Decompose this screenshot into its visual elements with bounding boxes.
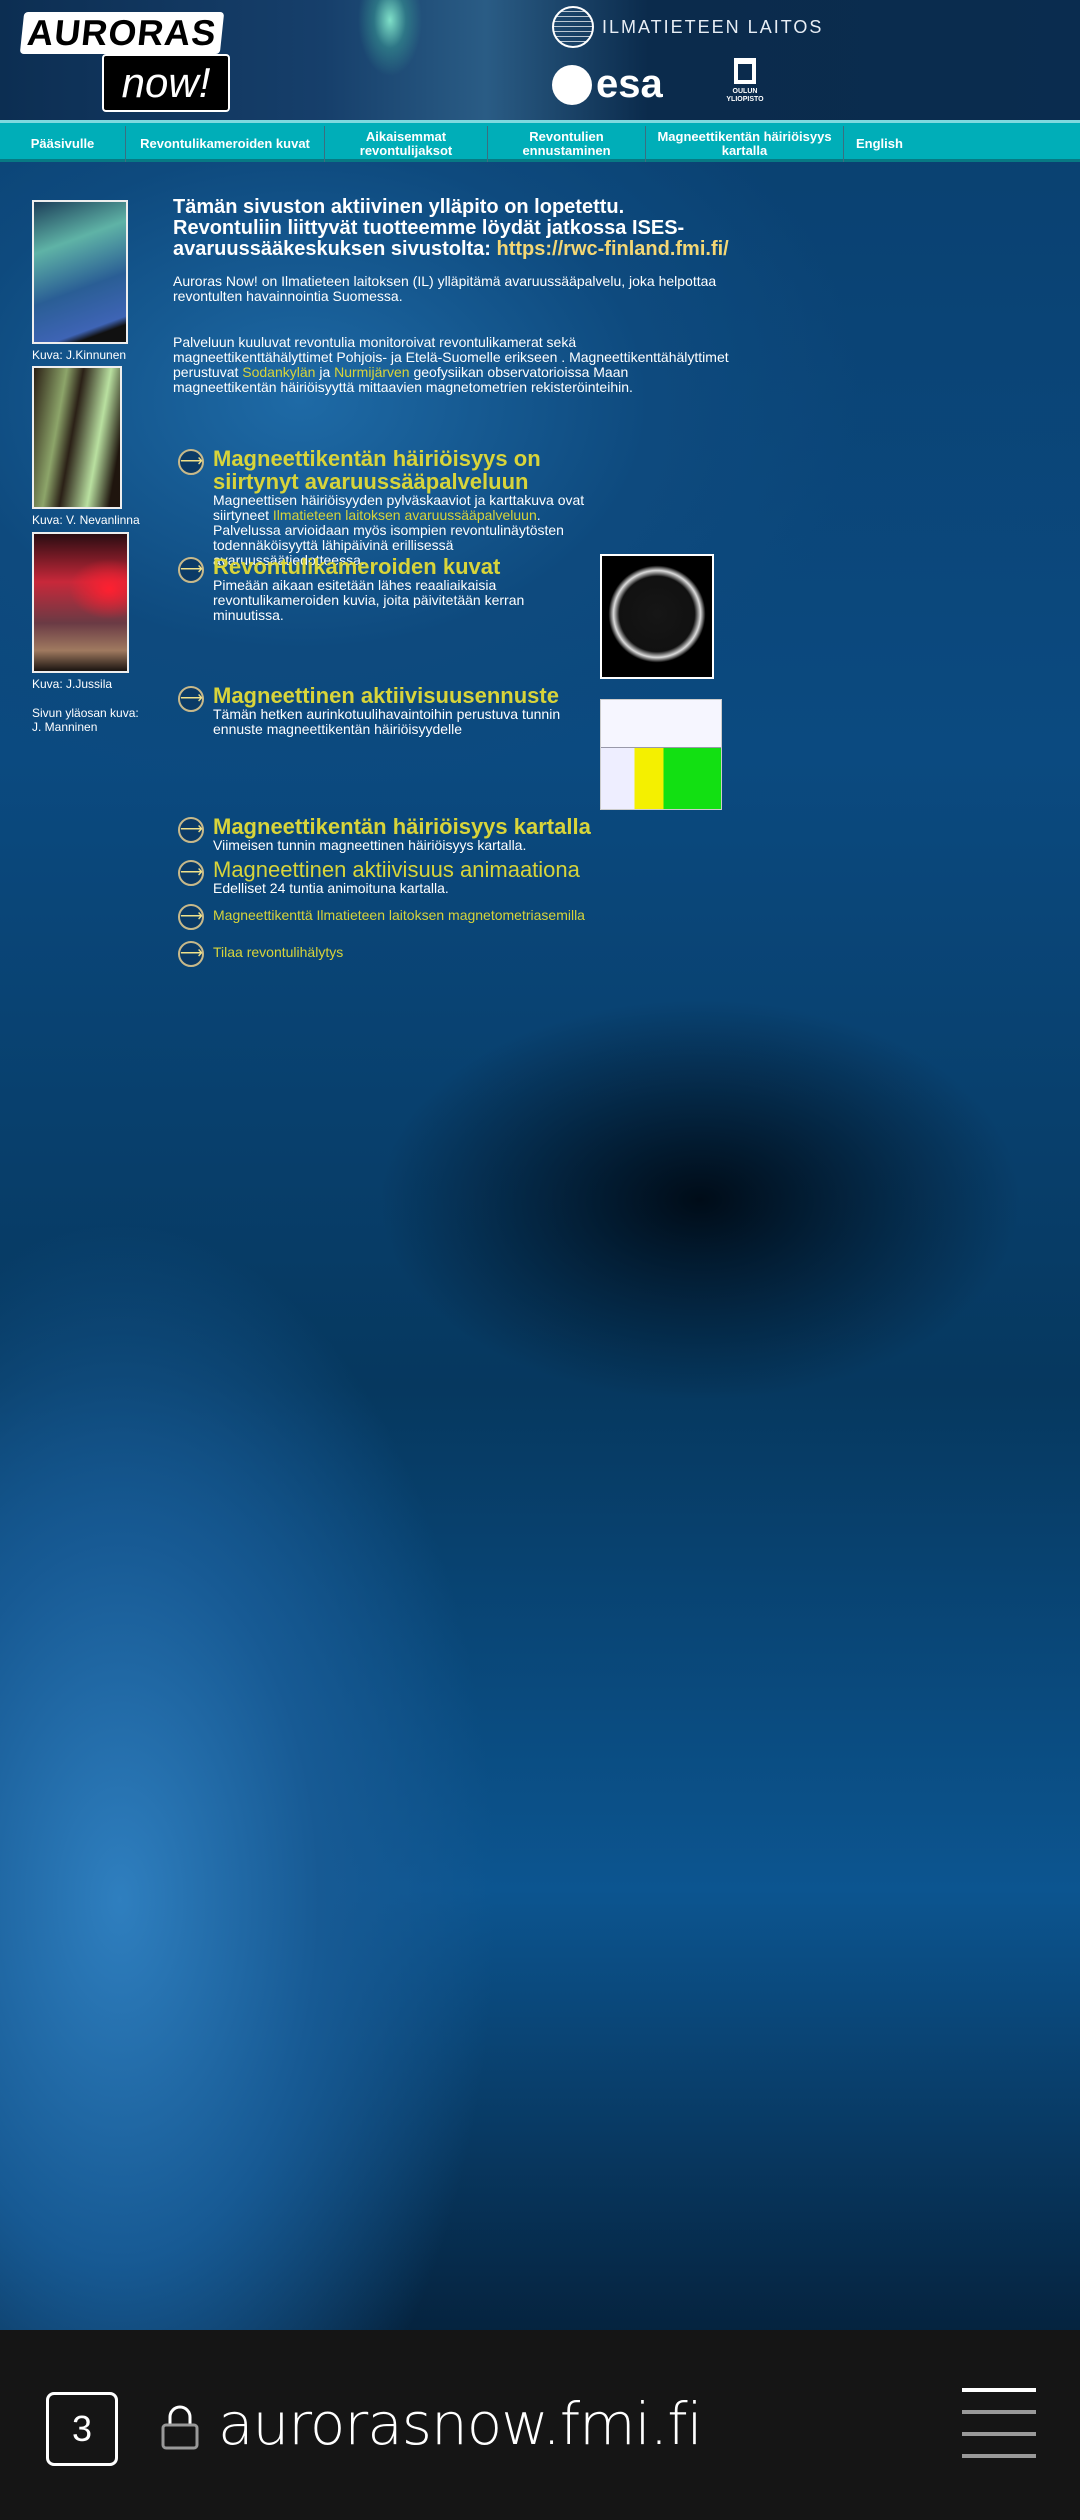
list-item: ⟶ Revontulikameroiden kuvat Pimeään aika… [178,555,598,623]
rwc-finland-link[interactable]: https://rwc-finland.fmi.fi/ [497,238,729,260]
item-title-link[interactable]: Magneettinen aktiivisuusennuste [213,684,598,707]
nav-english[interactable]: English [844,126,1044,162]
magnetometer-stations-link[interactable]: Magneettikenttä Ilmatieteen laitoksen ma… [213,902,585,930]
aurora-photo-1 [32,200,128,344]
esa-emblem-icon [552,64,592,105]
photo-credit-name: J. Manninen [32,720,98,734]
item-description: Edelliset 24 tuntia animoituna kartalla. [213,880,449,896]
lock-icon [161,2405,199,2450]
oulu-tower-icon [734,58,756,84]
item-title-link[interactable]: Revontulikameroiden kuvat [213,555,598,578]
list-item: ⟶ Magneettikentän häiriöisyys on siirtyn… [178,447,598,568]
arrow-right-icon[interactable]: ⟶ [178,557,204,583]
item-title-link[interactable]: Magneettinen aktiivisuus animaationa [213,858,580,881]
subscribe-alert-link[interactable]: Tilaa revontulihälytys [213,939,343,967]
list-item: ⟶ Magneettikentän häiriöisyys kartalla V… [178,815,598,853]
arrow-right-icon[interactable]: ⟶ [178,817,204,843]
aurora-photo-3 [32,532,129,673]
arrow-right-icon[interactable]: ⟶ [178,904,204,930]
item-description: Pimeään aikaan esitetään lähes reaaliaik… [213,577,525,623]
nurmijarvi-link[interactable]: Nurmijärven [334,364,409,380]
auroras-now-logo-now[interactable]: now! [102,54,230,112]
browser-toolbar: 3 aurorasnow.fmi.fi [0,2330,1080,2520]
nav-past-auroras[interactable]: Aikaisemmat revontulijaksot [325,126,488,162]
url-bar[interactable]: aurorasnow.fmi.fi [218,2390,703,2458]
aurora-photo-2 [32,366,122,509]
arrow-right-icon[interactable]: ⟶ [178,941,204,967]
arrow-right-icon[interactable]: ⟶ [178,686,204,712]
fmi-emblem-icon [552,6,594,48]
all-sky-camera-image[interactable] [600,554,714,679]
service-description: Palveluun kuuluvat revontulia monitoroiv… [173,334,729,395]
list-item: ⟶ Magneettikenttä Ilmatieteen laitoksen … [178,902,598,930]
item-description: Tämän hetken aurinkotuulihavaintoihin pe… [213,706,561,737]
arrow-right-icon[interactable]: ⟶ [178,860,204,886]
sodankyla-link[interactable]: Sodankylän [242,364,315,380]
item-title-link[interactable]: Magneettikentän häiriöisyys kartalla [213,815,591,838]
photo-caption: Kuva: V. Nevanlinna [32,513,140,527]
esa-logo[interactable]: esa [552,62,663,107]
main-nav: Pääsivulle Revontulikameroiden kuvat Aik… [0,120,1080,162]
photo-caption: Kuva: J.Kinnunen [32,348,127,362]
list-item: ⟶ Magneettinen aktiivisuus animaationa E… [178,858,598,896]
discontinued-notice: Tämän sivuston aktiivinen ylläpito on lo… [173,196,729,260]
intro-text: Auroras Now! on Ilmatieteen laitoksen (I… [173,273,717,304]
site-header: AURORAS now! ILMATIETEEN LAITOS esa OULU… [0,0,1080,120]
fmi-logo[interactable]: ILMATIETEEN LAITOS [552,6,823,48]
photo-caption: Kuva: J.Jussila [32,677,113,691]
activity-forecast-table-image[interactable] [600,699,722,810]
header-aurora-photo [330,0,460,110]
nav-camera-images[interactable]: Revontulikameroiden kuvat [126,126,325,162]
nav-home[interactable]: Pääsivulle [0,126,126,162]
item-title-link[interactable]: Magneettikentän häiriöisyys on siirtynyt… [213,447,598,493]
item-description: Viimeisen tunnin magneettinen häiriöisyy… [213,837,527,853]
list-item: ⟶ Tilaa revontulihälytys [178,939,598,967]
auroras-now-logo[interactable]: AURORAS [19,12,225,54]
space-weather-link[interactable]: Ilmatieteen laitoksen avaruussääpalveluu… [273,507,537,523]
nav-magnetic-map[interactable]: Magneettikentän häiriöisyys kartalla [646,126,844,162]
list-item: ⟶ Magneettinen aktiivisuusennuste Tämän … [178,684,598,737]
photo-credit: Sivun yläosan kuva: [32,706,139,720]
arrow-right-icon[interactable]: ⟶ [178,449,204,475]
oulu-university-logo[interactable]: OULUN YLIOPISTO [725,50,765,104]
tab-switcher-button[interactable]: 3 [46,2392,118,2466]
browser-menu-icon[interactable] [962,2388,1036,2468]
nav-forecasting[interactable]: Revontulien ennustaminen [488,126,646,162]
